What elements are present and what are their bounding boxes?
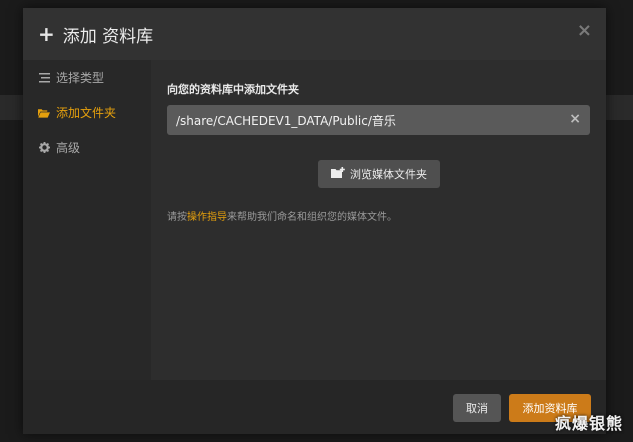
dialog-title-text: 添加 资料库: [62, 26, 154, 47]
folder-path-input[interactable]: /share/CACHEDEV1_DATA/Public/音乐 ×: [167, 105, 590, 135]
plus-icon: +: [38, 22, 55, 46]
sidebar-item-add-folder[interactable]: 添加文件夹: [23, 95, 151, 130]
dialog-title: + 添加 资料库: [38, 22, 154, 47]
dialog-sidebar: 选择类型 添加文件夹 高级: [23, 60, 151, 380]
add-library-dialog: + 添加 资料库 × 选择类型 添加文件夹 高级 向您的资料库中添加文件夹 /s…: [23, 8, 606, 434]
sidebar-item-label: 添加文件夹: [56, 106, 117, 120]
browse-button-label: 浏览媒体文件夹: [350, 168, 427, 181]
watermark: 疯爆银熊: [554, 414, 623, 433]
cancel-button[interactable]: 取消: [453, 394, 501, 422]
sidebar-item-label: 选择类型: [56, 71, 105, 85]
folder-open-icon: [38, 108, 50, 118]
folder-add-icon: [331, 167, 345, 181]
help-prefix: 请按: [167, 212, 187, 223]
clear-icon[interactable]: ×: [569, 112, 581, 126]
close-icon[interactable]: ×: [577, 22, 592, 40]
sidebar-item-label: 高级: [56, 141, 81, 155]
folder-path-value: /share/CACHEDEV1_DATA/Public/音乐: [176, 113, 396, 128]
help-suffix: 来帮助我们命名和组织您的媒体文件。: [227, 212, 397, 223]
browse-media-folder-button[interactable]: 浏览媒体文件夹: [318, 160, 440, 188]
dialog-content: 向您的资料库中添加文件夹 /share/CACHEDEV1_DATA/Publi…: [151, 60, 606, 380]
gear-icon: [38, 142, 50, 153]
help-guide-link[interactable]: 操作指导: [187, 212, 227, 223]
section-label: 向您的资料库中添加文件夹: [167, 83, 299, 96]
sidebar-item-select-type[interactable]: 选择类型: [23, 60, 151, 95]
dialog-header: + 添加 资料库 ×: [23, 8, 606, 60]
sidebar-item-advanced[interactable]: 高级: [23, 130, 151, 165]
dialog-footer: 取消 添加资料库: [23, 380, 606, 434]
help-text: 请按操作指导来帮助我们命名和组织您的媒体文件。: [167, 208, 397, 223]
list-icon: [38, 72, 50, 83]
